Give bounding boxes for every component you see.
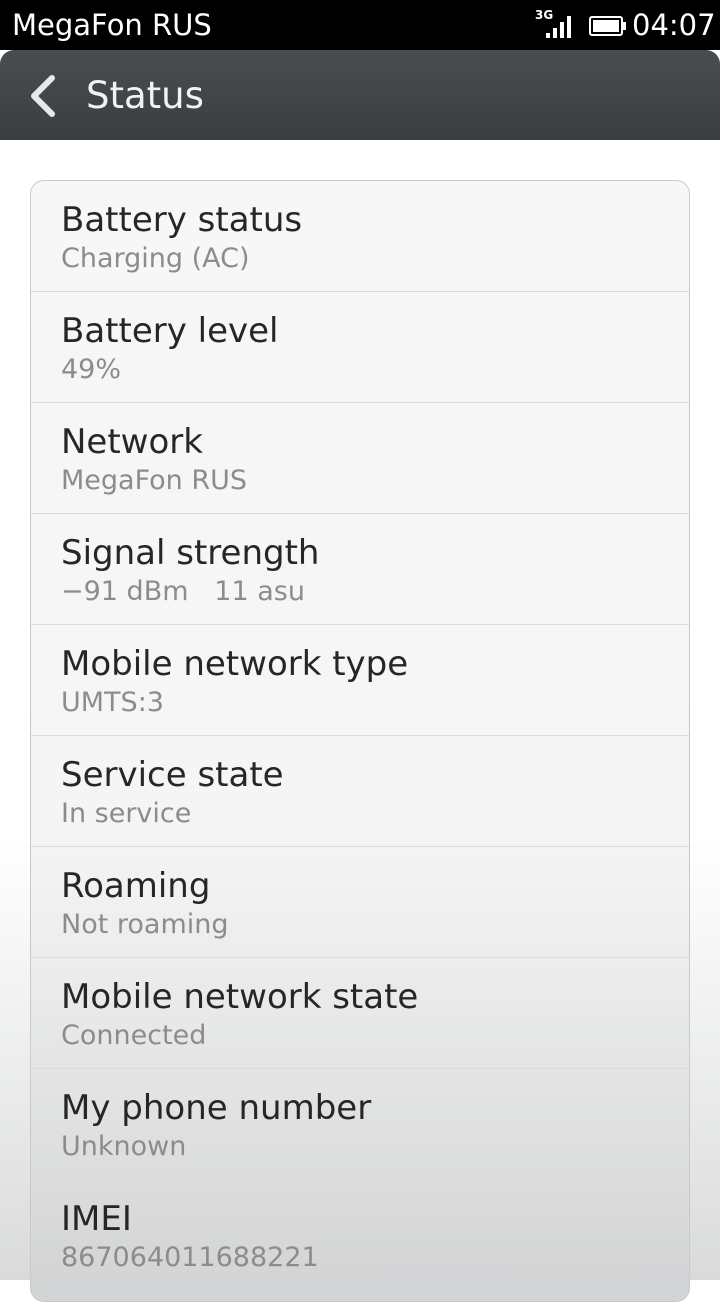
back-arrow-icon — [31, 75, 55, 117]
carrier-name: MegaFon RUS — [12, 8, 212, 42]
item-value: 867064011688221 — [61, 1242, 319, 1273]
item-title: Battery status — [61, 200, 303, 240]
list-item-network[interactable]: Network MegaFon RUS — [31, 403, 689, 514]
item-title: Mobile network state — [61, 977, 419, 1017]
list-item-service-state[interactable]: Service state In service — [31, 736, 689, 847]
item-title: IMEI — [61, 1199, 132, 1239]
back-button[interactable] — [22, 72, 66, 120]
battery-icon — [589, 16, 627, 36]
status-bar: MegaFon RUS 3G 04:07 — [0, 0, 720, 50]
item-value: MegaFon RUS — [61, 465, 248, 496]
page-title: Status — [86, 74, 204, 117]
item-title: My phone number — [61, 1088, 372, 1128]
item-title: Signal strength — [61, 533, 320, 573]
item-title: Mobile network type — [61, 644, 409, 684]
list-item-battery-level[interactable]: Battery level 49% — [31, 292, 689, 403]
item-title: Battery level — [61, 311, 279, 351]
list-item-mobile-network-state[interactable]: Mobile network state Connected — [31, 958, 689, 1069]
item-value: −91 dBm 11 asu — [61, 576, 305, 607]
status-list: Battery status Charging (AC) Battery lev… — [30, 180, 690, 1302]
list-item-my-phone-number[interactable]: My phone number Unknown — [31, 1069, 689, 1180]
item-title: Service state — [61, 755, 284, 795]
item-value: Charging (AC) — [61, 243, 250, 274]
action-bar: Status — [0, 50, 720, 140]
item-value: Connected — [61, 1020, 207, 1051]
signal-icon — [545, 14, 575, 38]
item-title: Roaming — [61, 866, 211, 906]
list-item-imei[interactable]: IMEI 867064011688221 — [31, 1180, 689, 1291]
item-value: Not roaming — [61, 909, 229, 940]
item-value: 49% — [61, 354, 122, 385]
item-value: Unknown — [61, 1131, 187, 1162]
list-item-battery-status[interactable]: Battery status Charging (AC) — [31, 181, 689, 292]
item-value: In service — [61, 798, 192, 829]
item-value: UMTS:3 — [61, 687, 164, 718]
list-item-signal-strength[interactable]: Signal strength −91 dBm 11 asu — [31, 514, 689, 625]
item-title: Network — [61, 422, 203, 462]
list-item-roaming[interactable]: Roaming Not roaming — [31, 847, 689, 958]
list-item-mobile-network-type[interactable]: Mobile network type UMTS:3 — [31, 625, 689, 736]
clock: 04:07 — [632, 8, 716, 42]
